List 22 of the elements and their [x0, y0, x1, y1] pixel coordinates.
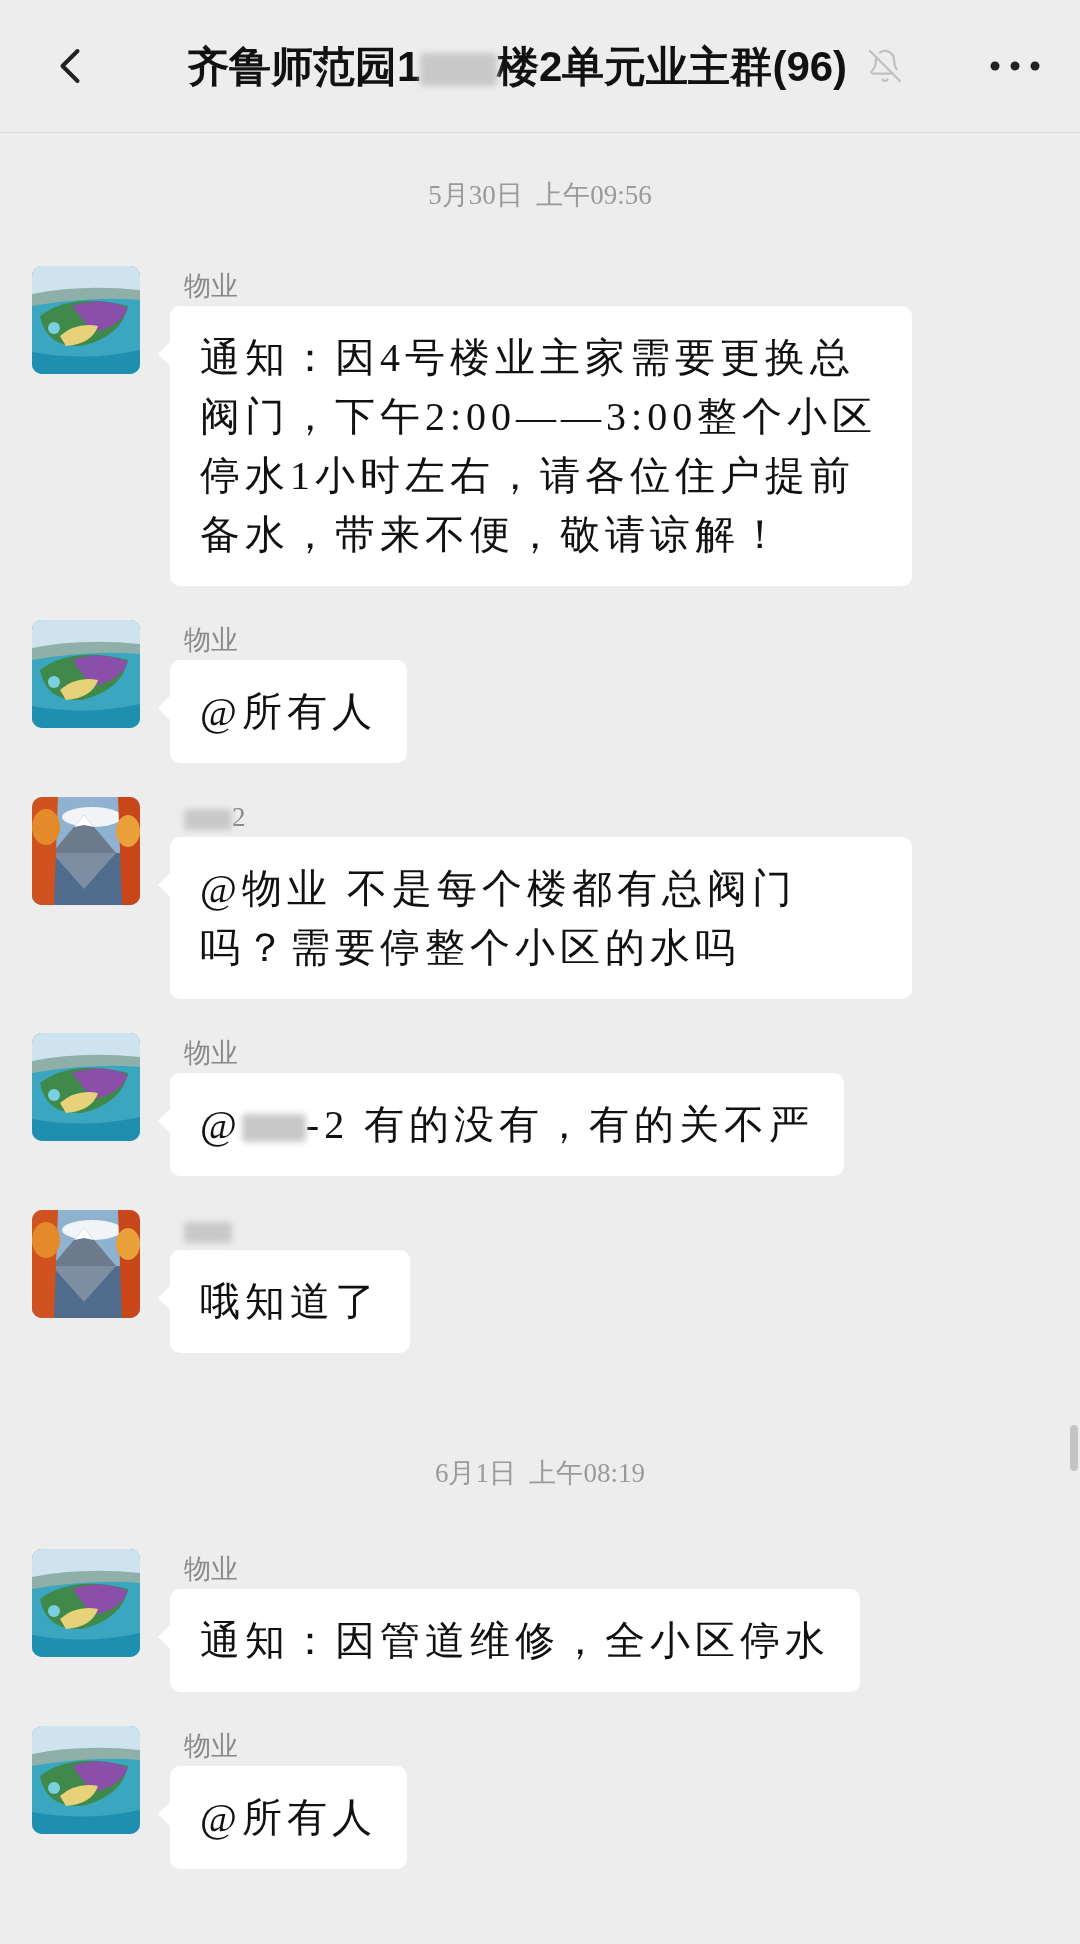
blurred-text — [241, 1114, 306, 1143]
chat-title: 楼2单元业主群(96) — [497, 42, 848, 90]
sender-name: 物业 — [184, 270, 238, 301]
sender-name: 物业 — [184, 624, 238, 655]
blurred-text — [184, 808, 232, 830]
date-separator: 5月30日 上午09:56 — [428, 179, 652, 212]
message-bubble: @所有人 — [170, 1766, 407, 1869]
blurred-text — [184, 1221, 232, 1243]
sender-name: 物业 — [184, 1731, 238, 1761]
message-bubble: @ -2 有的没有，有的关不严 — [170, 1072, 845, 1176]
sender-name: 物业 — [184, 1037, 238, 1068]
scrollbar — [1070, 1425, 1078, 1471]
chat-title: 齐鲁师范园1 — [186, 42, 421, 90]
message-bubble: 通知：因管道维修，全小区停水 — [170, 1589, 860, 1692]
message-bubble: 哦知道了 — [170, 1249, 410, 1353]
date-separator: 6月1日 上午08:19 — [435, 1456, 645, 1490]
message-bubble: @物业 不是每个楼都有总阀门吗？需要停整个小区的水吗 — [170, 836, 912, 999]
message-bubble: 通知：因4号楼业主家需要更换总阀门，下午2:00——3:00整个小区停水1小时左右，请各位住户提前备水，带来不便，敬请谅解！ — [170, 305, 912, 586]
more-icon[interactable] — [990, 61, 1040, 71]
message-bubble: @所有人 — [170, 659, 407, 763]
sender-name: 物业 — [184, 1554, 238, 1584]
sender-name: 2 — [232, 801, 246, 832]
